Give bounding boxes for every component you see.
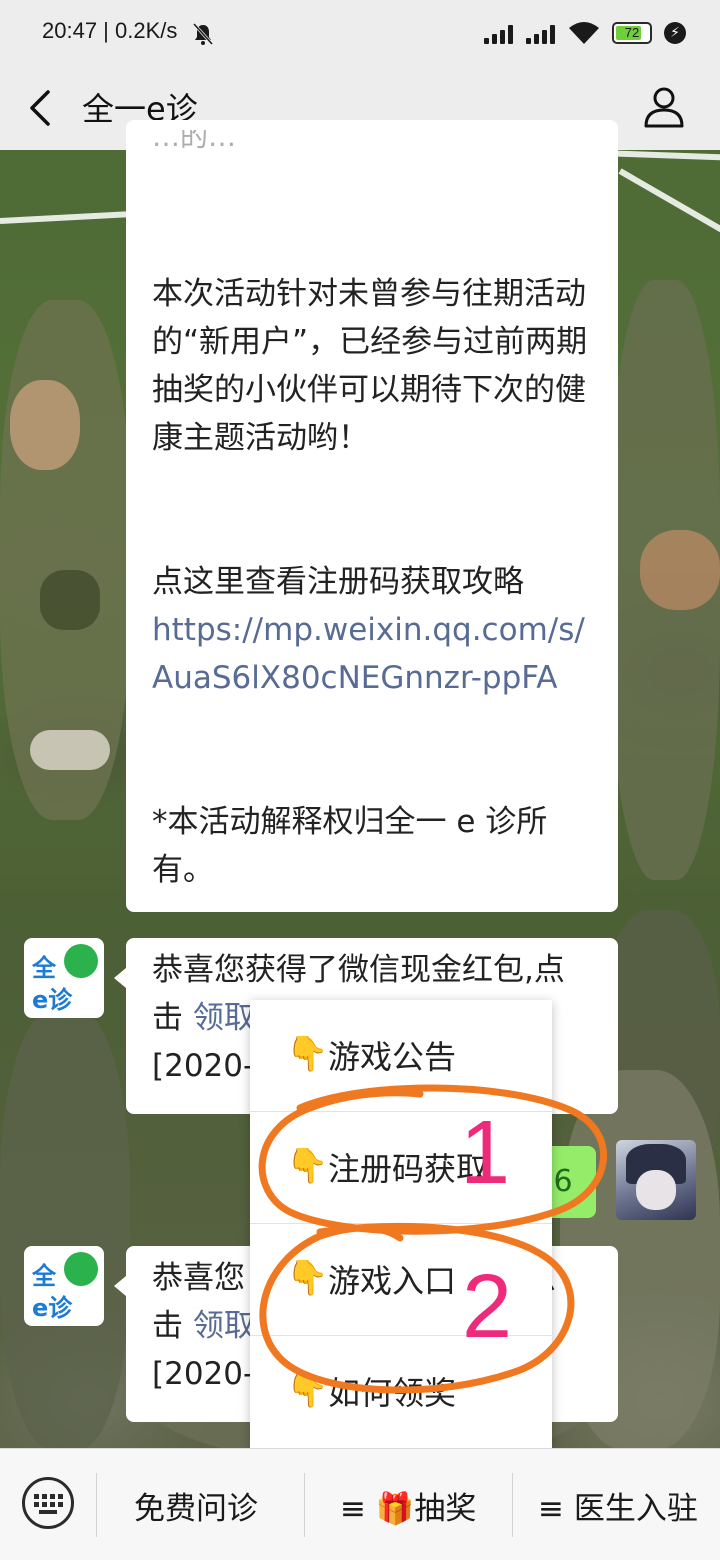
menu-free-consult[interactable]: 免费问诊 (134, 1483, 258, 1528)
bottom-menu-bar: 免费问诊 ≡ 🎁抽奖 ≡ 医生入驻 (0, 1448, 720, 1560)
bot-avatar[interactable]: 全 e诊 (24, 938, 104, 1018)
guide-link[interactable]: https://mp.weixin.qq.com/s/AuaS6lX80cNEG… (152, 606, 592, 702)
status-bar: 20:47 | 0.2K/s 72 ⚡ (0, 0, 720, 66)
pointing-hand-icon: 👇 (286, 1034, 329, 1074)
battery-icon: 72 (612, 22, 652, 44)
bot-avatar[interactable]: 全 e诊 (24, 1246, 104, 1326)
article-paragraph-2: 点这里查看注册码获取攻略 (152, 564, 524, 600)
signal-icon (484, 24, 518, 44)
article-paragraph-3: *本活动解释权归全一 e 诊所有。 (152, 804, 548, 888)
article-message: …的… 本次活动针对未曾参与往期活动的“新用户”，已经参与过前两期抽奖的小伙伴可… (126, 120, 618, 912)
pointing-hand-icon: 👇 (286, 1370, 329, 1410)
claim-link[interactable]: 领取 (193, 1308, 255, 1344)
wifi-icon (569, 22, 599, 44)
pointing-hand-icon: 👇 (286, 1258, 329, 1298)
person-icon[interactable] (640, 82, 688, 130)
user-avatar[interactable] (616, 1140, 696, 1220)
charging-icon: ⚡ (664, 22, 686, 44)
partial-text: …的… (152, 130, 237, 153)
status-time: 20:47 | 0.2K/s (42, 18, 178, 43)
mute-bell-icon (192, 22, 214, 46)
annotation-label-2: 2 (462, 1257, 513, 1357)
menu-doctor-join[interactable]: ≡ 医生入驻 (538, 1483, 698, 1528)
claim-link[interactable]: 领取 (193, 1000, 255, 1036)
pointing-hand-icon: 👇 (286, 1146, 329, 1186)
popup-menu: 👇 游戏公告 👇 注册码获取 👇 游戏入口 👇 如何领奖 (250, 1000, 552, 1448)
signal-icon (526, 24, 560, 44)
article-paragraph-1: 本次活动针对未曾参与往期活动的“新用户”，已经参与过前两期抽奖的小伙伴可以期待下… (152, 276, 588, 456)
chevron-left-icon[interactable] (22, 86, 62, 130)
menu-item-game-notice[interactable]: 👇 游戏公告 (250, 1000, 552, 1112)
annotation-label-1: 1 (460, 1103, 511, 1203)
keyboard-icon[interactable] (22, 1477, 74, 1529)
menu-lottery[interactable]: ≡ 🎁抽奖 (340, 1483, 476, 1528)
